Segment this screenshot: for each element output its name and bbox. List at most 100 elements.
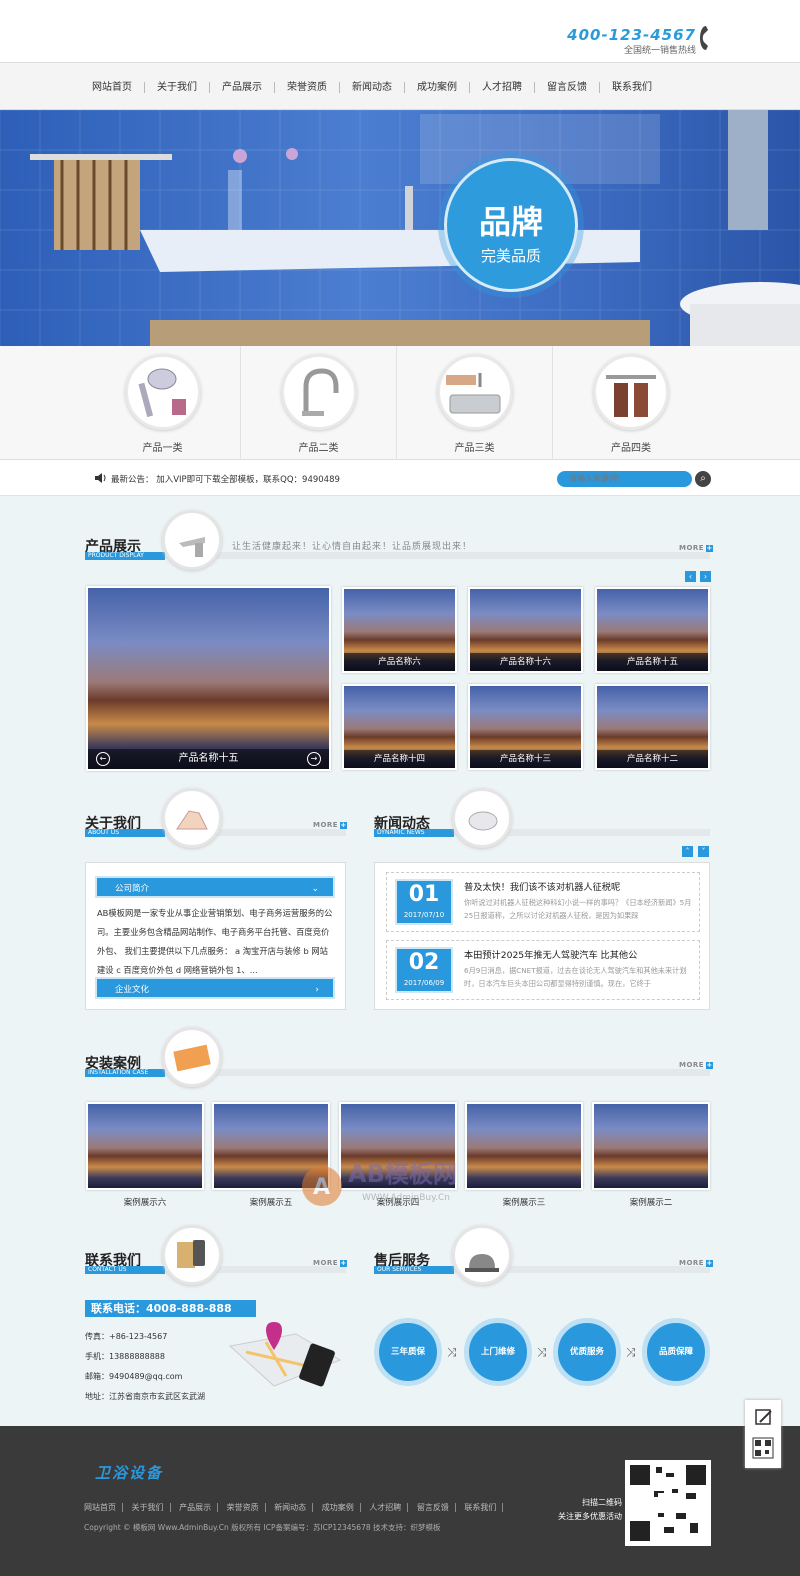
news-subtitle: DYNAMIC NEWS bbox=[374, 829, 454, 837]
svg-text:A: A bbox=[313, 1175, 330, 1200]
nav-item-cases[interactable]: 成功案例 bbox=[405, 81, 470, 93]
edit-icon[interactable] bbox=[755, 1409, 772, 1425]
sink-icon bbox=[437, 354, 513, 430]
product-card[interactable]: 产品名称六 bbox=[342, 587, 457, 673]
case-card[interactable] bbox=[592, 1102, 710, 1190]
news-summary: 6月9日消息，据CNET报道，过去在谈论无人驾驶汽车和其他未来计划时，日本汽车巨… bbox=[464, 966, 687, 988]
search-icon[interactable]: ⌕ bbox=[695, 471, 711, 487]
map-pin-icon bbox=[228, 1322, 342, 1387]
nav-item-products[interactable]: 产品展示 bbox=[210, 81, 275, 93]
nav-item-contact[interactable]: 联系我们 bbox=[600, 82, 664, 93]
cases-subtitle: INSTALLATION CASE bbox=[85, 1069, 165, 1077]
shuffle-icon: ⤨ bbox=[626, 1345, 636, 1359]
footer-link[interactable]: 产品展示 bbox=[173, 1503, 219, 1512]
hotline-label: 全国统一销售热线 bbox=[623, 46, 696, 56]
category-row: 产品一类 产品二类 产品三类 产品四类 bbox=[0, 346, 800, 460]
svg-text:AB模板网: AB模板网 bbox=[348, 1160, 457, 1188]
footer-link[interactable]: 联系我们 bbox=[458, 1503, 504, 1512]
footer-link[interactable]: 成功案例 bbox=[315, 1503, 361, 1512]
nav-item-honors[interactable]: 荣誉资质 bbox=[275, 81, 340, 93]
about-more-link[interactable]: MORE + bbox=[313, 821, 348, 829]
case-caption[interactable]: 案例展示六 bbox=[86, 1196, 204, 1208]
next-arrow-icon[interactable]: › bbox=[700, 571, 711, 582]
products-slogan: 让生活健康起来！让心情自由起来！让品质展现出来！ bbox=[232, 542, 473, 552]
bathroom-scene-image bbox=[0, 110, 800, 346]
category-item[interactable]: 产品一类 bbox=[85, 346, 241, 460]
scroll-up-icon[interactable]: ˄ bbox=[682, 846, 693, 857]
product-caption: 产品名称十六 bbox=[470, 653, 581, 671]
news-headline[interactable]: 普及太快！我们该不该对机器人征税呢 bbox=[464, 879, 620, 893]
news-date: 01 2017/07/10 bbox=[395, 879, 453, 925]
qr-code-small-icon[interactable] bbox=[752, 1437, 774, 1459]
product-card[interactable]: 产品名称十六 bbox=[468, 587, 583, 673]
footer-link[interactable]: 关于我们 bbox=[125, 1503, 171, 1512]
contact-more-link[interactable]: MORE + bbox=[313, 1259, 348, 1267]
banner-title: 品牌 bbox=[478, 203, 543, 241]
plus-icon: + bbox=[706, 1259, 714, 1267]
news-summary: 你听说过对机器人征税这种科幻小说一样的事吗？《日本经济新闻》5月25日报道称，之… bbox=[464, 898, 692, 920]
category-item[interactable]: 产品二类 bbox=[241, 346, 397, 460]
footer-link[interactable]: 网站首页 bbox=[84, 1503, 123, 1512]
case-caption[interactable]: 案例展示二 bbox=[592, 1196, 710, 1208]
service-more-link[interactable]: MORE + bbox=[679, 1259, 714, 1267]
product-card[interactable]: 产品名称十二 bbox=[595, 684, 710, 770]
products-more-link[interactable]: MORE + bbox=[679, 544, 714, 552]
product-card[interactable]: 产品名称十三 bbox=[468, 684, 583, 770]
shower-head-icon bbox=[125, 354, 201, 430]
featured-product-card[interactable]: 产品名称十五 ← → bbox=[86, 586, 331, 771]
service-repair[interactable]: 上门维修 bbox=[464, 1318, 532, 1386]
product-caption: 产品名称六 bbox=[344, 653, 455, 671]
plus-icon: + bbox=[706, 1061, 714, 1069]
prev-arrow-icon[interactable]: ‹ bbox=[685, 571, 696, 582]
nav-item-feedback[interactable]: 留言反馈 bbox=[535, 81, 600, 93]
phone-handset-icon bbox=[700, 26, 708, 50]
plus-icon: + bbox=[706, 544, 714, 552]
hero-banner[interactable] bbox=[0, 110, 800, 346]
category-label: 产品四类 bbox=[611, 443, 651, 454]
copyright: Copyright © 模板网 Www.AdminBuy.Cn 版权所有 ICP… bbox=[84, 1523, 441, 1532]
nav-item-home[interactable]: 网站首页 bbox=[80, 81, 145, 93]
product-caption: 产品名称十五 bbox=[597, 653, 708, 671]
nav-item-news[interactable]: 新闻动态 bbox=[340, 81, 405, 93]
cases-more-link[interactable]: MORE + bbox=[679, 1061, 714, 1069]
footer-link[interactable]: 人才招聘 bbox=[363, 1503, 409, 1512]
case-card[interactable] bbox=[86, 1102, 204, 1190]
footer-link[interactable]: 留言反馈 bbox=[410, 1503, 456, 1512]
service-warranty[interactable]: 三年质保 bbox=[374, 1318, 442, 1386]
about-tab-culture[interactable]: 企业文化 › bbox=[95, 977, 335, 999]
news-item[interactable]: 01 2017/07/10 普及太快！我们该不该对机器人征税呢 你听说过对机器人… bbox=[386, 872, 700, 932]
category-item[interactable]: 产品四类 bbox=[553, 346, 709, 460]
nav-item-about[interactable]: 关于我们 bbox=[145, 81, 210, 93]
product-card[interactable]: 产品名称十五 bbox=[595, 587, 710, 673]
search-input[interactable] bbox=[557, 471, 692, 487]
product-caption: 产品名称十四 bbox=[344, 750, 455, 768]
nav-item-jobs[interactable]: 人才招聘 bbox=[470, 81, 535, 93]
news-item[interactable]: 02 2017/06/09 本田预计2025年推无人驾驶汽车 比其他公 6月9日… bbox=[386, 940, 700, 1000]
about-tab-intro[interactable]: 公司简介 ⌄ bbox=[95, 876, 335, 898]
service-subtitle: OUR SERVICES bbox=[374, 1266, 454, 1274]
qr-caption: 扫描二维码 关注更多优惠活动 bbox=[558, 1498, 622, 1521]
prev-circle-icon[interactable]: ← bbox=[96, 752, 110, 766]
products-subtitle: PRODUCT DISPLAY bbox=[85, 552, 165, 560]
about-subtitle: ABOUT US bbox=[85, 829, 165, 837]
product-card[interactable]: 产品名称十四 bbox=[342, 684, 457, 770]
category-label: 产品一类 bbox=[142, 443, 183, 454]
service-quality[interactable]: 优质服务 bbox=[553, 1318, 621, 1386]
contact-phone-bar: 联系电话：4008-888-888 bbox=[85, 1300, 256, 1317]
scroll-down-icon[interactable]: ˅ bbox=[698, 846, 709, 857]
next-circle-icon[interactable]: → bbox=[307, 752, 321, 766]
towel-hook-icon bbox=[593, 354, 669, 430]
category-label: 产品三类 bbox=[454, 443, 495, 454]
handshake-icon bbox=[162, 788, 222, 848]
hotline-phone: 400-123-4567 bbox=[567, 26, 696, 44]
footer-link[interactable]: 荣誉资质 bbox=[220, 1503, 266, 1512]
section-divider bbox=[165, 1069, 710, 1076]
shuffle-icon: ⤨ bbox=[537, 1345, 547, 1359]
service-guarantee[interactable]: 品质保障 bbox=[642, 1318, 710, 1386]
footer-link[interactable]: 新闻动态 bbox=[268, 1503, 314, 1512]
contact-fax: 传真：+86-123-4567 bbox=[85, 1332, 168, 1341]
category-item[interactable]: 产品三类 bbox=[397, 346, 553, 460]
faucet-icon bbox=[162, 510, 222, 570]
section-divider bbox=[165, 552, 710, 559]
news-headline[interactable]: 本田预计2025年推无人驾驶汽车 比其他公 bbox=[464, 947, 637, 961]
